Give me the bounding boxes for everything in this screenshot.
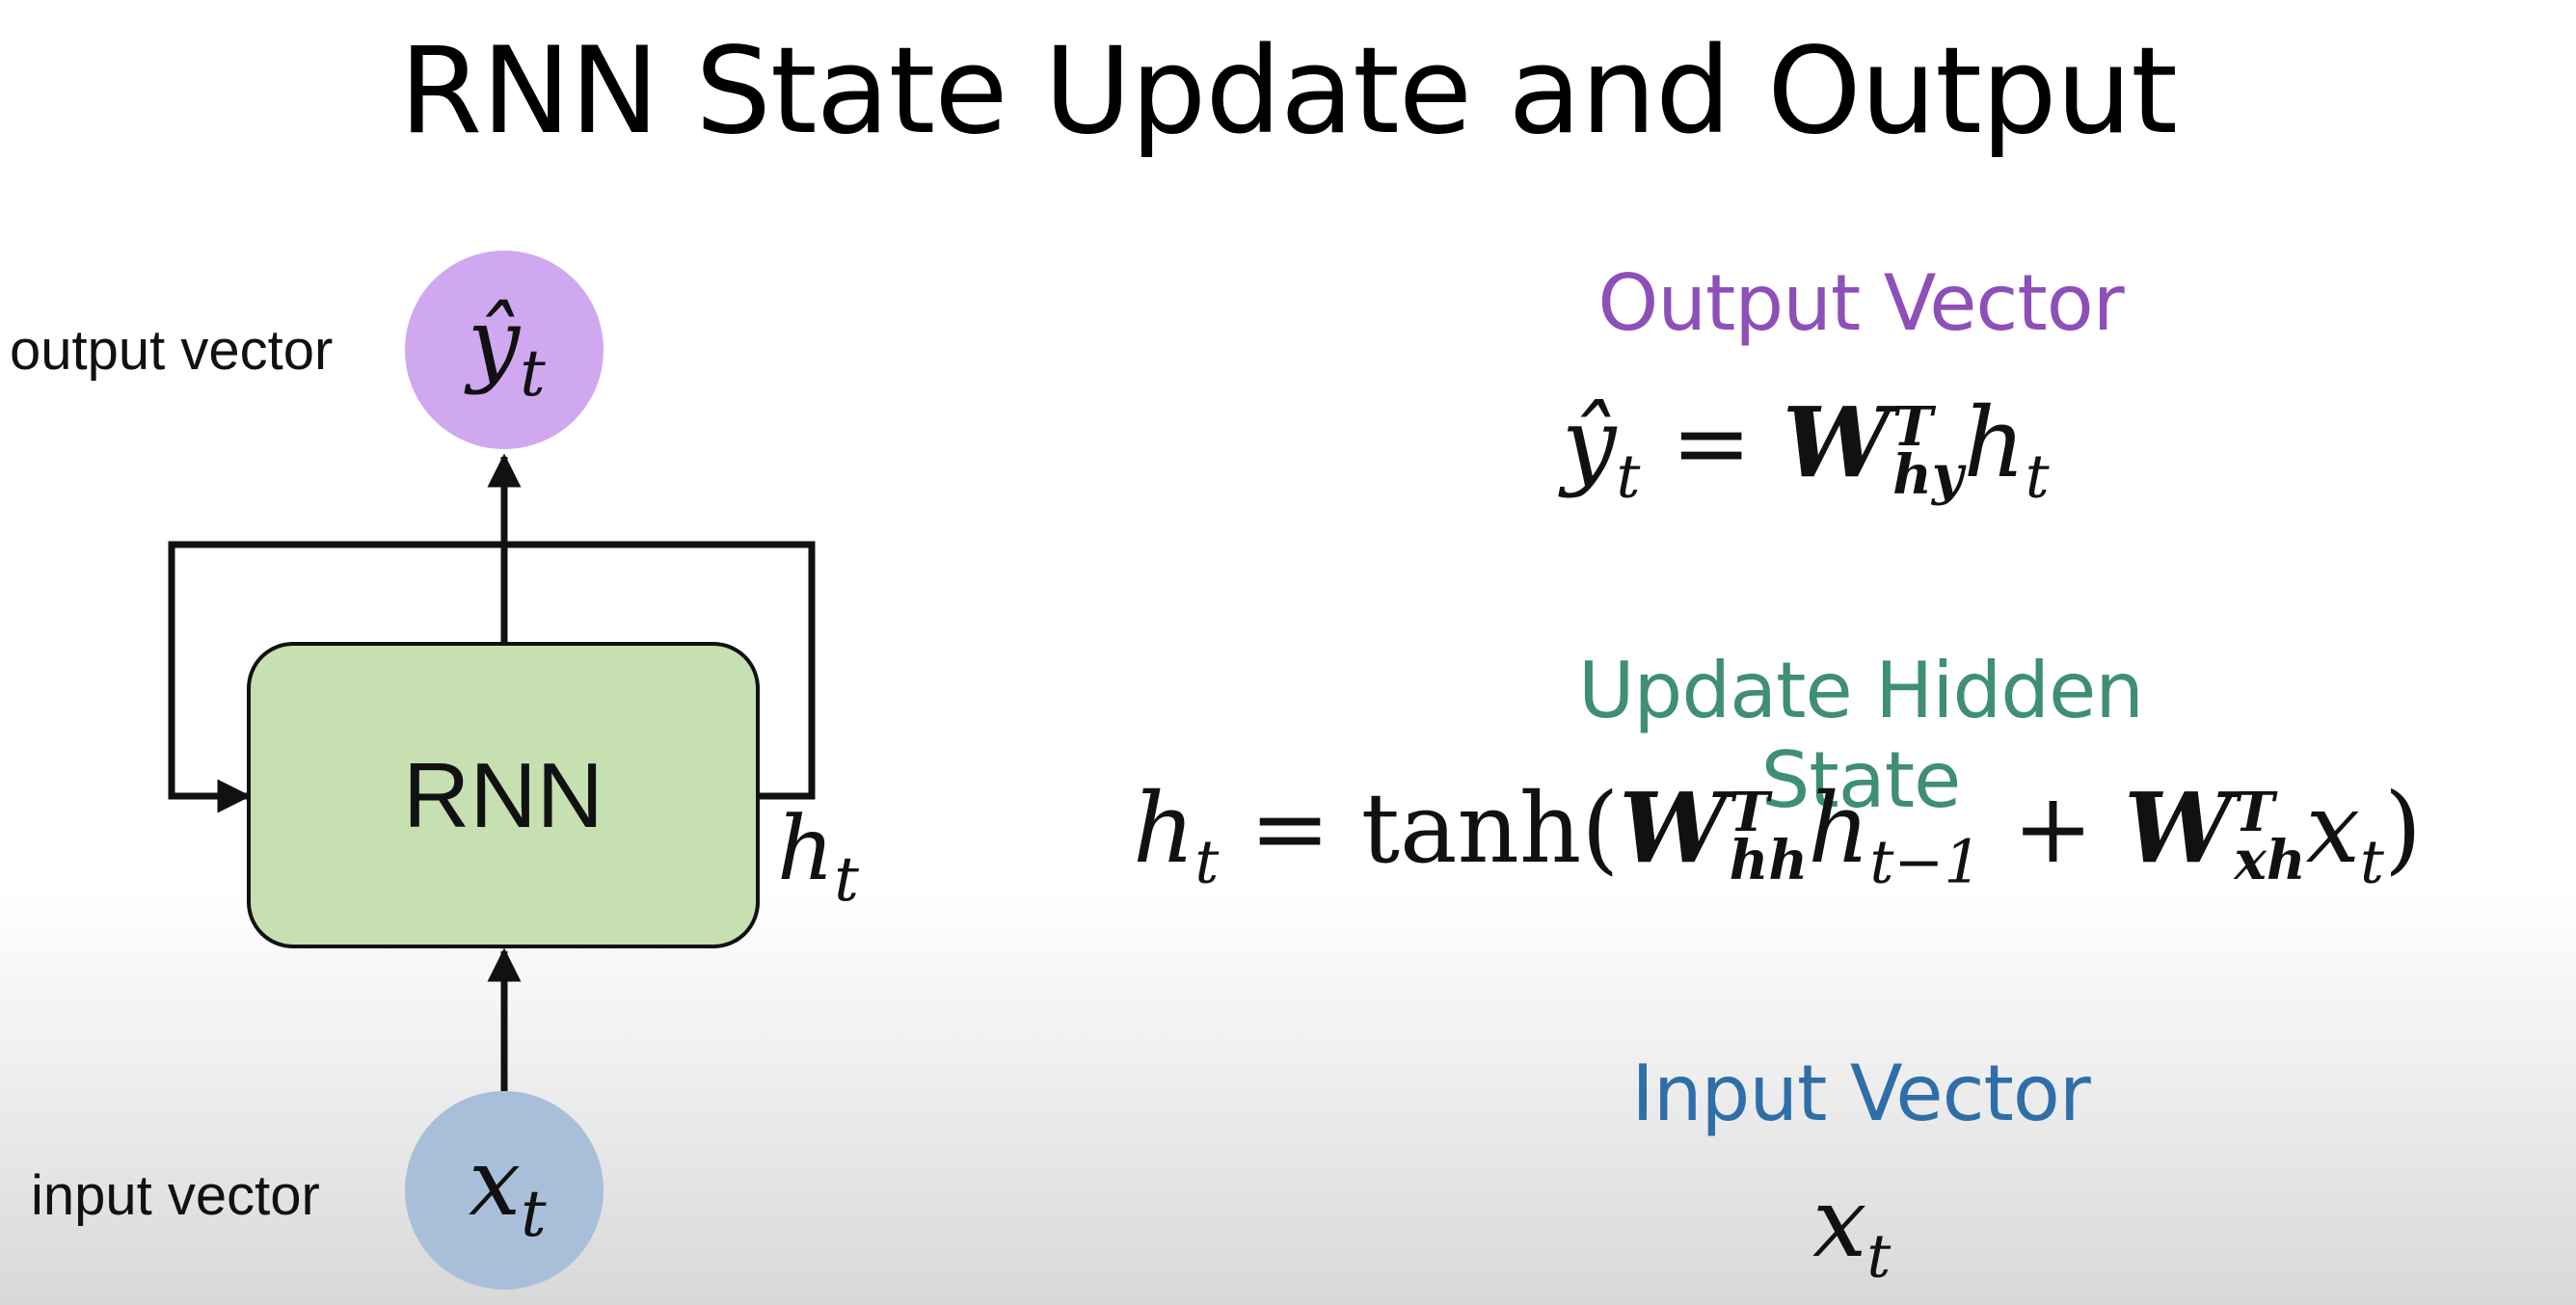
output-vector-heading: Output Vector <box>1597 258 2124 348</box>
update-equation: ht = tanh(W Thh ht−1 + W Txh xt) <box>1133 771 2422 897</box>
hidden-state-label: ht <box>777 797 859 916</box>
input-vector-heading: Input Vector <box>1631 1049 2091 1138</box>
output-equation: ŷt = W Thy ht <box>1562 386 2050 512</box>
input-equation: xt <box>1812 1166 1892 1292</box>
rnn-cell-label: RNN <box>403 744 604 847</box>
input-vector-label: input vector <box>31 1164 320 1227</box>
output-vector-label: output vector <box>10 319 333 382</box>
